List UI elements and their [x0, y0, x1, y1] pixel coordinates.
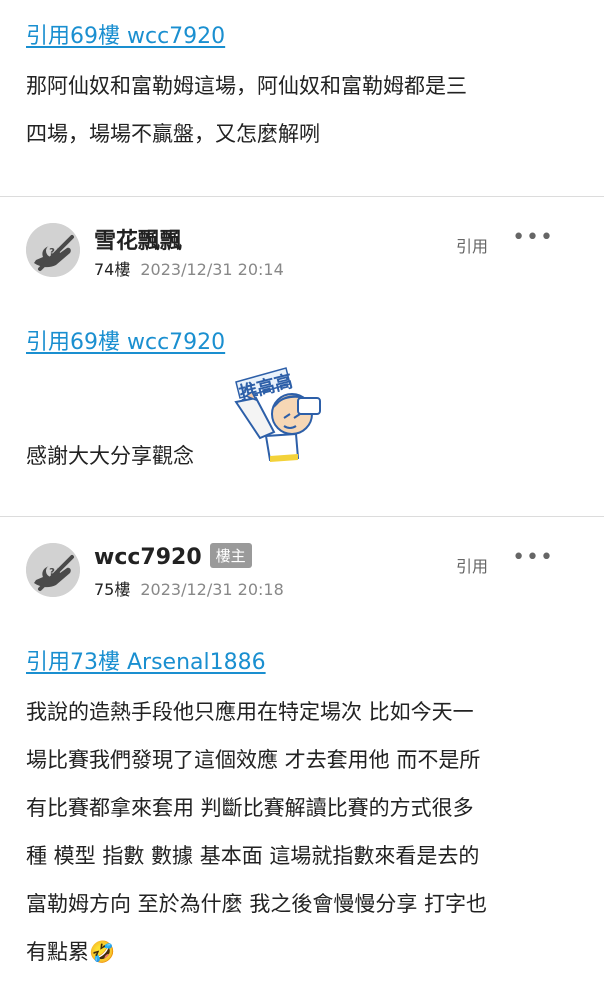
body-line: 場比賽我們發現了這個效應 才去套用他 而不是所 [26, 748, 481, 772]
post-body: 感謝大大分享觀念 [26, 444, 194, 468]
rofl-emoji-icon: 🤣 [89, 940, 116, 964]
timestamp: 2023/12/31 20:14 [140, 260, 284, 279]
body-line: 有點累🤣 [26, 928, 487, 976]
quote-link[interactable]: 引用69樓 wcc7920 [26, 324, 225, 356]
sticker-push-high: 推高高 [226, 362, 332, 468]
default-avatar-icon[interactable]: ? [26, 223, 80, 277]
body-line: 那阿仙奴和富勒姆這場，阿仙奴和富勒姆都是三 [26, 74, 467, 98]
more-options-icon[interactable]: ••• [512, 545, 554, 570]
post-body: 那阿仙奴和富勒姆這場，阿仙奴和富勒姆都是三 四場，場場不贏盤，又怎麼解咧 [26, 62, 467, 158]
default-avatar-icon[interactable]: ? [26, 543, 80, 597]
post-divider [0, 516, 604, 517]
quote-link[interactable]: 引用69樓 wcc7920 [26, 18, 225, 50]
username[interactable]: 雪花飄飄 [94, 223, 182, 255]
quote-button[interactable]: 引用 [456, 553, 488, 577]
body-line: 四場，場場不贏盤，又怎麼解咧 [26, 122, 320, 146]
quote-button[interactable]: 引用 [456, 233, 488, 257]
timestamp: 2023/12/31 20:18 [140, 580, 284, 599]
body-line: 有比賽都拿來套用 判斷比賽解讀比賽的方式很多 [26, 796, 474, 820]
body-line: 富勒姆方向 至於為什麼 我之後會慢慢分享 打字也 [26, 892, 488, 916]
username[interactable]: wcc7920 樓主 [94, 543, 252, 570]
more-options-icon[interactable]: ••• [512, 225, 554, 250]
post-header: ? wcc7920 樓主 75樓 2023/12/31 20:18 引用 ••• [26, 543, 586, 603]
quote-link[interactable]: 引用73樓 Arsenal1886 [26, 644, 266, 676]
floor-number: 74樓 [94, 260, 131, 279]
post-body: 我說的造熱手段他只應用在特定場次 比如今天一 場比賽我們發現了這個效應 才去套用… [26, 688, 487, 976]
post-meta: 75樓 2023/12/31 20:18 [94, 576, 284, 600]
body-line: 種 模型 指數 數據 基本面 這場就指數來看是去的 [26, 844, 480, 868]
body-line-text: 有點累 [26, 940, 89, 964]
body-line: 我說的造熱手段他只應用在特定場次 比如今天一 [26, 700, 474, 724]
post-header: ? 雪花飄飄 74樓 2023/12/31 20:14 引用 ••• [26, 223, 586, 283]
username-text[interactable]: wcc7920 [94, 545, 202, 570]
post-divider [0, 196, 604, 197]
op-badge: 樓主 [209, 543, 252, 568]
floor-number: 75樓 [94, 580, 131, 599]
post-meta: 74樓 2023/12/31 20:14 [94, 256, 284, 280]
